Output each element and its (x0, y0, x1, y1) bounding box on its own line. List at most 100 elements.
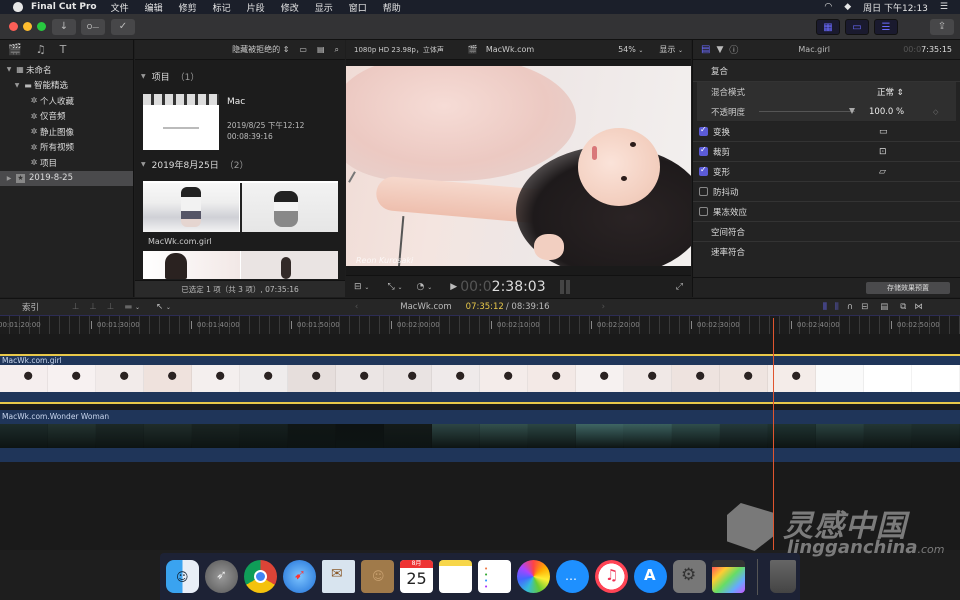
filmstrip-icon[interactable]: ▤ (317, 45, 325, 54)
zoom-window-button[interactable] (37, 22, 46, 31)
distort-checkbox[interactable] (699, 165, 708, 176)
show-browser-button[interactable]: ▦ (816, 19, 840, 35)
smart-collection-projects[interactable]: ✲ 项目 (0, 155, 133, 171)
history-forward-icon[interactable]: › (602, 302, 605, 312)
disclosure-triangle-icon[interactable]: ▼ (12, 82, 22, 89)
clip-appearance-icon[interactable]: ▭ (299, 45, 307, 54)
dock-final-cut-pro[interactable] (712, 560, 745, 593)
transform-onscreen-icon[interactable]: ▭ (879, 127, 888, 137)
menu-clip[interactable]: 片段 (247, 1, 265, 14)
snapping-icon[interactable]: ⊟ (861, 302, 868, 312)
dock-safari[interactable]: ➹ (283, 560, 316, 593)
dock-launchpad[interactable]: ➶ (205, 560, 238, 593)
viewer-format-popup[interactable]: ⊟ ⌄ (354, 282, 369, 292)
disclosure-triangle-icon[interactable]: ▼ (141, 73, 146, 80)
keyframe-diamond-icon[interactable]: ◇ (933, 108, 938, 116)
smart-collection-stills[interactable]: ✲ 静止图像 (0, 124, 133, 140)
dock-mail[interactable]: ✉ (322, 560, 355, 593)
clip-filmstrip-2[interactable] (143, 251, 338, 279)
transform-tool-popup[interactable]: ⤡ ⌄ (387, 282, 402, 292)
video-inspector-tab-icon[interactable]: ▤ (701, 44, 710, 55)
display-popup[interactable]: 显示 ⌄ (659, 44, 683, 55)
show-timeline-button[interactable]: ▭ (845, 19, 869, 35)
dock-itunes[interactable]: ♫ (595, 560, 628, 593)
save-effects-preset-button[interactable]: 存储效果预置 (866, 282, 950, 294)
dock-app-store[interactable]: A (634, 560, 667, 593)
headphones-icon[interactable]: ∩ (847, 302, 853, 312)
dock-reminders[interactable]: • • • • (478, 560, 511, 593)
show-inspector-button[interactable]: ☰ (874, 19, 898, 35)
composite-section[interactable]: 复合 (693, 60, 960, 82)
timeline-ruler[interactable]: 00:01:20:00 00:01:30:00 00:01:40:00 00:0… (0, 316, 960, 334)
retime-popup[interactable]: ◔ ⌄ (417, 282, 433, 292)
smart-collections-folder[interactable]: ▼ ▬ 智能精选 (0, 78, 133, 94)
zoom-popup[interactable]: 54% ⌄ (618, 45, 643, 54)
background-tasks-button[interactable]: ✓ (111, 19, 135, 35)
wifi-icon[interactable]: ◠ (824, 2, 832, 12)
dock-photos[interactable] (517, 560, 550, 593)
audio-skimming-icon[interactable]: ⫼ (835, 302, 839, 312)
event-section-header[interactable]: ▼ 2019年8月25日 （2） (135, 158, 248, 171)
menu-window[interactable]: 窗口 (349, 1, 367, 14)
info-inspector-tab-icon[interactable]: ⓘ (729, 43, 738, 56)
menu-help[interactable]: 帮助 (383, 1, 401, 14)
disclosure-triangle-icon[interactable]: ▼ (4, 66, 14, 73)
dock-trash[interactable] (770, 560, 796, 593)
spatial-conform-row[interactable]: 空间符合 (693, 222, 960, 242)
append-clip-icon[interactable]: ⊥ (107, 302, 114, 312)
viewer-timecode[interactable]: 00:02:38:03 (460, 279, 545, 295)
menu-mark[interactable]: 标记 (213, 1, 231, 14)
timeline-clip-wonder-woman[interactable]: MacWk.com.Wonder Woman (0, 410, 960, 462)
opacity-slider[interactable] (759, 108, 855, 114)
project-thumbnail[interactable] (143, 94, 219, 150)
projects-section-header[interactable]: ▼ 项目 （1） (135, 70, 345, 83)
distort-onscreen-icon[interactable]: ▱ (879, 167, 886, 177)
video-waveform-icon[interactable]: ⫼ (823, 302, 827, 312)
menu-file[interactable]: 文件 (111, 1, 129, 14)
crop-onscreen-icon[interactable]: ⊡ (879, 147, 887, 157)
share-button[interactable]: ⇪ (930, 19, 954, 35)
dock-chrome[interactable] (244, 560, 277, 593)
opacity-value[interactable]: 100.0 % (869, 107, 904, 117)
import-button[interactable]: ↓ (52, 19, 76, 35)
dock-messages[interactable]: … (556, 560, 589, 593)
photos-audio-icon[interactable]: ♫ (36, 43, 46, 56)
search-icon[interactable]: ⌕ (335, 45, 339, 55)
dock-system-preferences[interactable]: ⚙ (673, 560, 706, 593)
play-button[interactable]: ▶ (450, 282, 457, 292)
insert-clip-icon[interactable]: ⊥ (89, 302, 96, 312)
disclosure-triangle-icon[interactable]: ▼ (141, 161, 146, 168)
timeline-index-icon[interactable]: ⧉ (900, 302, 906, 312)
rate-conform-row[interactable]: 速率符合 (693, 242, 960, 262)
smart-collection-all-video[interactable]: ✲ 所有视频 (0, 140, 133, 156)
crop-checkbox[interactable] (699, 145, 708, 156)
notification-list-icon[interactable]: ☰ (940, 2, 948, 12)
close-window-button[interactable] (9, 22, 18, 31)
opacity-slider-thumb[interactable] (849, 108, 855, 114)
transform-checkbox[interactable] (699, 125, 708, 136)
event-2019-8-25[interactable]: ▶ ★ 2019-8-25 (0, 170, 133, 186)
clip-filmstrip-girl[interactable] (143, 181, 338, 232)
minimize-window-button[interactable] (23, 22, 32, 31)
menu-modify[interactable]: 修改 (281, 1, 299, 14)
smart-collection-audio-only[interactable]: ✲ 仅音频 (0, 109, 133, 125)
libraries-clapper-icon[interactable]: 🎬 (8, 43, 22, 56)
effects-browser-icon[interactable]: ⋈ (914, 302, 923, 312)
keyword-button[interactable]: O— (81, 19, 105, 35)
rolling-shutter-checkbox[interactable] (699, 207, 708, 216)
dock-contacts[interactable]: ☺ (361, 560, 394, 593)
menu-app-name[interactable]: Final Cut Pro (31, 2, 97, 12)
history-back-icon[interactable]: ‹ (355, 302, 358, 312)
fullscreen-icon[interactable]: ⤢ (676, 282, 683, 292)
apple-icon[interactable] (13, 2, 23, 12)
fox-status-icon[interactable]: ◆ (844, 2, 851, 12)
menu-view[interactable]: 显示 (315, 1, 333, 14)
menu-trim[interactable]: 修剪 (179, 1, 197, 14)
color-inspector-tab-icon[interactable]: ▼ (716, 45, 723, 55)
clip-appearance-icon[interactable]: ▤ (880, 302, 888, 312)
dock-finder[interactable]: ☺ (166, 560, 199, 593)
connect-clip-icon[interactable]: ⊥ (72, 302, 79, 312)
blend-mode-popup[interactable]: 正常 ⇕ (877, 86, 904, 98)
menu-edit[interactable]: 编辑 (145, 1, 163, 14)
select-tool-popup[interactable]: ↖ ⌄ (156, 302, 171, 312)
